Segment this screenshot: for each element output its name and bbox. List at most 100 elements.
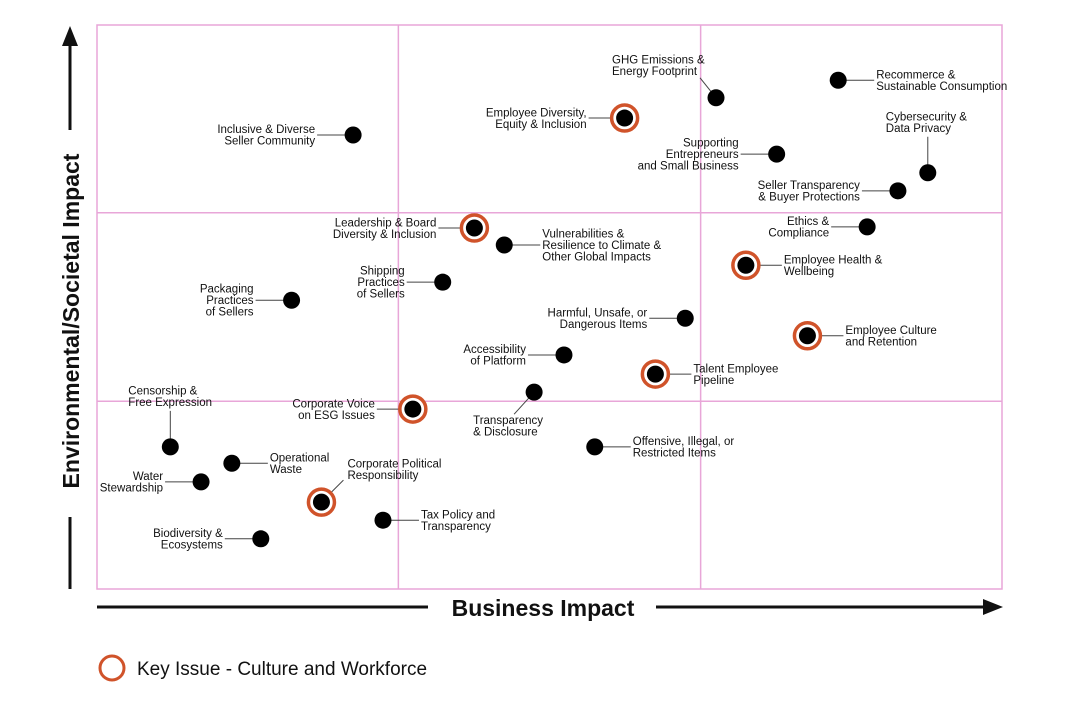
- point-marker: [161, 438, 179, 456]
- data-point: Leadership & Board Diversity & Inclusion: [333, 213, 490, 243]
- data-point: Talent Employee Pipeline: [640, 359, 778, 389]
- x-axis: Business Impact: [97, 595, 1003, 621]
- point-marker: [829, 71, 847, 89]
- point-label: Accessibility of Platform: [463, 344, 526, 368]
- x-axis-title: Business Impact: [452, 595, 635, 621]
- point-label-line: Supporting: [683, 138, 739, 150]
- point-label-line: Stewardship: [100, 483, 163, 495]
- point-label-line: Equity & Inclusion: [495, 119, 586, 131]
- point-marker: [616, 109, 634, 127]
- point-marker: [223, 454, 241, 472]
- point-label-line: Responsibility: [347, 470, 418, 482]
- point-label-line: of Platform: [470, 356, 526, 368]
- point-label-line: Resilience to Climate &: [542, 240, 661, 252]
- data-point: Water Stewardship: [100, 471, 210, 495]
- point-label-line: GHG Emissions &: [612, 54, 705, 66]
- data-point: Transparency & Disclosure: [473, 383, 543, 439]
- point-label: Inclusive & Diverse Seller Community: [217, 124, 315, 148]
- point-marker: [707, 89, 725, 107]
- point-label: Talent Employee Pipeline: [693, 363, 778, 387]
- data-point: Supporting Entrepreneurs and Small Busines…: [638, 138, 786, 173]
- point-label: Seller Transparency & Buyer Protections: [758, 180, 861, 204]
- point-label-line: Corporate Political: [347, 459, 441, 471]
- point-label: Offensive, Illegal, or Restricted Items: [633, 436, 735, 460]
- point-label: Supporting Entrepreneurs and Small Busines…: [638, 138, 739, 173]
- point-marker: [919, 164, 937, 182]
- point-marker: [586, 438, 604, 456]
- point-label-line: Packaging: [200, 284, 254, 296]
- point-marker: [646, 365, 664, 383]
- data-point: Corporate Voice on ESG Issues: [292, 394, 428, 424]
- y-axis-title: Environmental/Societal Impact: [58, 153, 84, 488]
- point-label-line: on ESG Issues: [298, 410, 375, 422]
- data-point: Accessibility of Platform: [463, 344, 573, 368]
- point-label-line: and Small Business: [638, 161, 739, 173]
- point-label: Harmful, Unsafe, or Dangerous Items: [548, 308, 648, 332]
- point-label-line: Harmful, Unsafe, or: [548, 308, 648, 320]
- point-label-line: Offensive, Illegal, or: [633, 436, 735, 448]
- point-label: Water Stewardship: [100, 471, 163, 495]
- point-marker: [434, 273, 452, 291]
- point-label-line: Employee Diversity,: [486, 107, 587, 119]
- point-label-line: Restricted Items: [633, 448, 716, 460]
- data-point: Biodiversity & Ecosystems: [153, 528, 270, 552]
- point-label-line: Entrepreneurs: [666, 149, 739, 161]
- point-marker: [889, 182, 907, 200]
- data-point: Censorship & Free Expression: [128, 385, 212, 456]
- point-label-line: Sustainable Consumption: [876, 81, 1007, 93]
- point-label-line: Ethics &: [787, 216, 830, 228]
- point-label: Recommerce & Sustainable Consumption: [876, 70, 1007, 94]
- point-label: Ethics & Compliance: [768, 216, 829, 240]
- data-point: Cybersecurity & Data Privacy: [886, 111, 967, 182]
- point-label: Shipping Practices of Sellers: [357, 266, 405, 301]
- point-label-line: of Sellers: [357, 289, 405, 301]
- point-marker: [312, 493, 330, 511]
- point-label: Leadership & Board Diversity & Inclusion: [333, 217, 437, 241]
- materiality-matrix: Inclusive & Diverse Seller Community Emplo…: [58, 24, 1007, 682]
- legend: Key Issue - Culture and Workforce: [98, 654, 427, 682]
- point-marker: [798, 327, 816, 345]
- point-marker: [676, 309, 694, 327]
- data-point: GHG Emissions & Energy Footprint: [612, 54, 725, 107]
- point-label-line: Diversity & Inclusion: [333, 229, 437, 241]
- point-label-line: Wellbeing: [784, 266, 834, 278]
- point-marker: [465, 219, 483, 237]
- point-label: Employee Diversity, Equity & Inclusion: [486, 107, 587, 131]
- point-label-line: Compliance: [768, 228, 829, 240]
- point-marker: [344, 126, 362, 144]
- point-label-line: & Disclosure: [473, 427, 538, 439]
- point-label: Transparency & Disclosure: [473, 415, 543, 439]
- point-label-line: Cybersecurity &: [886, 111, 967, 123]
- point-label-line: and Retention: [845, 337, 917, 349]
- point-marker: [374, 511, 392, 529]
- point-label-line: Tax Policy and: [421, 509, 495, 521]
- point-label-line: Practices: [357, 277, 405, 289]
- point-label: Packaging Practices of Sellers: [200, 284, 254, 319]
- point-label: Employee Health & Wellbeing: [784, 255, 883, 279]
- data-point: Offensive, Illegal, or Restricted Items: [586, 436, 734, 460]
- point-marker: [555, 346, 573, 364]
- point-label-line: Dangerous Items: [560, 319, 648, 331]
- data-point: Recommerce & Sustainable Consumption: [829, 70, 1007, 94]
- point-label-line: Recommerce &: [876, 70, 956, 82]
- point-label: GHG Emissions & Energy Footprint: [612, 54, 705, 77]
- y-axis: Environmental/Societal Impact: [58, 26, 84, 589]
- point-label-line: Censorship &: [128, 385, 197, 397]
- point-marker: [404, 400, 422, 418]
- point-label-line: Water: [133, 471, 163, 483]
- data-point: Packaging Practices of Sellers: [200, 284, 301, 319]
- point-marker: [192, 473, 210, 491]
- point-label-line: Leadership & Board: [335, 217, 437, 229]
- points: Inclusive & Diverse Seller Community Emplo…: [100, 54, 1007, 551]
- data-point: Shipping Practices of Sellers: [357, 266, 452, 301]
- point-label: Vulnerabilities & Resilience to Climate &…: [542, 228, 661, 263]
- point-label-line: Corporate Voice: [292, 398, 374, 410]
- point-label-line: Energy Footprint: [612, 66, 698, 78]
- point-label-line: Vulnerabilities &: [542, 228, 624, 240]
- legend-key-ring-icon: [98, 654, 126, 682]
- legend-label: Key Issue - Culture and Workforce: [137, 659, 427, 680]
- point-label: Employee Culture and Retention: [845, 325, 936, 349]
- point-label: Corporate Voice on ESG Issues: [292, 398, 375, 422]
- point-label-line: Data Privacy: [886, 123, 951, 135]
- point-label-line: Seller Transparency: [758, 180, 861, 192]
